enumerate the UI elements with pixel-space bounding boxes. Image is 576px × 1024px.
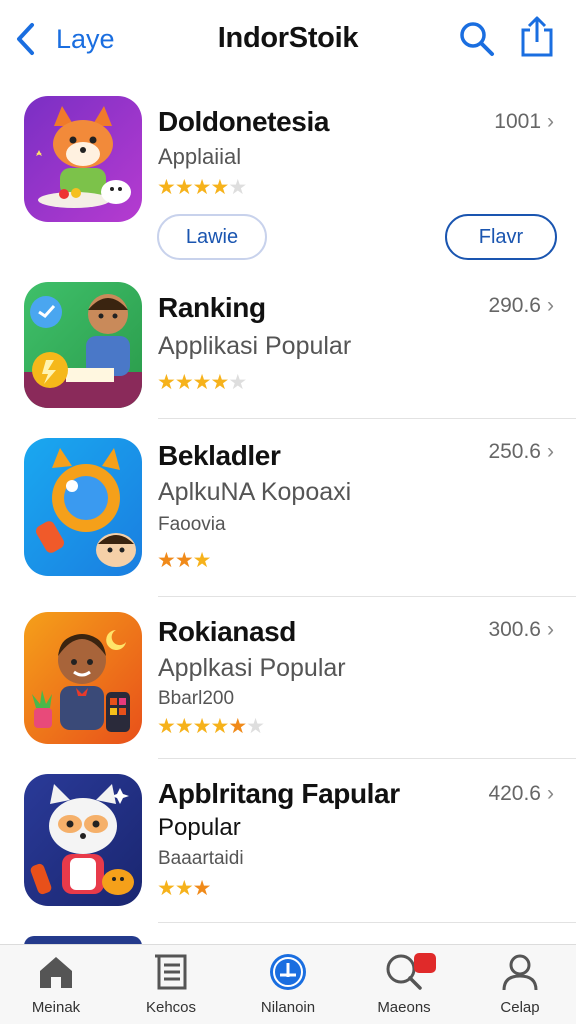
app-developer: Bbarl200 [158,688,235,709]
app-icon-magnifier[interactable] [24,438,142,576]
app-meta: 300.6 › [488,618,554,641]
tab-label: Kehcos [145,999,197,1016]
app-icon-raccoon[interactable] [24,774,142,906]
share-icon [521,16,553,57]
share-button[interactable] [518,16,556,58]
app-store-screen: Laye IndorStoik Doldonetesia Applaiial ★… [0,0,576,1024]
search-icon [460,22,494,56]
app-meta: 1001 › [494,110,554,133]
divider [158,418,576,419]
boy-reading-icon [24,282,142,408]
list-icon [155,954,187,990]
chevron-right-icon: › [547,440,554,463]
app-icon-girl[interactable] [24,612,142,744]
divider [158,758,576,759]
app-meta: 250.6 › [488,440,554,463]
nav-header: Laye IndorStoik [0,0,576,80]
app-name: Apblritang Fapular [158,778,400,809]
app-name: Ranking [158,292,266,323]
star-rating: ★★★★★★ [157,715,265,738]
star-rating: ★★★★★ [157,371,247,394]
app-subtitle: Popular [158,814,241,841]
chevron-right-icon: › [547,782,554,805]
search-button[interactable] [458,20,496,58]
app-icon-boy[interactable] [24,282,142,408]
app-icon-fox[interactable] [24,96,142,222]
chevron-right-icon: › [547,618,554,641]
tab-bar: Meinak Kehcos Nilanoin Maeons Celap [0,944,576,1024]
person-icon [502,954,538,991]
magnifier-cat-icon [24,438,142,576]
tab-search[interactable]: Maeons [354,951,454,1023]
app-name: Bekladler [158,440,281,471]
tab-home[interactable]: Meinak [6,951,106,1023]
divider [158,596,576,597]
app-developer: Baaartaidi [158,848,244,869]
secondary-action-button[interactable]: Lawie [157,214,267,260]
app-name: Doldonetesia [158,106,330,137]
app-subtitle: Applaiial [158,144,242,169]
notification-badge [414,953,436,973]
star-rating: ★★★ [157,549,211,572]
tab-download[interactable]: Nilanoin [238,951,338,1023]
app-meta: 420.6 › [488,782,554,805]
chevron-right-icon: › [547,294,554,317]
tab-label: Nilanoin [260,999,316,1016]
app-name: Rokianasd [158,616,296,647]
fox-chef-icon [24,96,142,222]
app-subtitle: Applikasi Popular [158,332,352,360]
primary-action-button[interactable]: Flavr [445,214,557,260]
girl-phone-icon [24,612,142,744]
divider [158,922,576,923]
tab-label: Meinak [31,999,81,1016]
raccoon-icon [24,774,142,906]
home-icon [40,957,72,988]
chevron-right-icon: › [547,110,554,133]
tab-list[interactable]: Kehcos [121,951,221,1023]
star-rating: ★★★ [157,877,211,900]
app-meta: 290.6 › [488,294,554,317]
app-subtitle: Applkasi Popular [158,654,346,682]
download-icon [270,954,306,990]
tab-label: Maeons [377,999,431,1016]
star-rating: ★★★★★ [157,176,247,199]
app-developer: Faoovia [158,514,226,535]
tab-label: Celap [500,999,540,1016]
app-subtitle: AplkuNA Kopoaxi [158,478,352,506]
tab-profile[interactable]: Celap [470,951,570,1023]
